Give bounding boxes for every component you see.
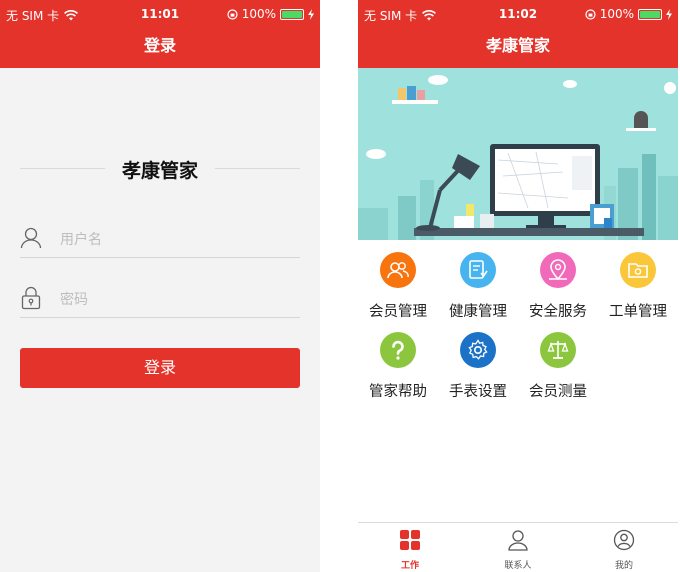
menu-work-order-management[interactable]: 工单管理	[598, 252, 678, 326]
location-icon	[540, 252, 576, 288]
nav-title: 孝康管家	[358, 28, 678, 68]
banner-illustration	[358, 68, 678, 240]
office-desk-illustration	[358, 68, 678, 240]
tab-work[interactable]: 工作	[370, 529, 450, 571]
status-bar: 无 SIM 卡 11:01 100%	[0, 0, 320, 28]
orientation-lock-icon	[585, 8, 596, 20]
login-button[interactable]: 登录	[20, 348, 300, 388]
menu-butler-help[interactable]: 管家帮助	[358, 332, 438, 406]
scale-icon	[540, 332, 576, 368]
password-field[interactable]: 密码	[20, 278, 300, 318]
menu-member-measurement[interactable]: 会员测量	[518, 332, 598, 406]
menu-safety-service[interactable]: 安全服务	[518, 252, 598, 326]
battery-icon	[638, 8, 662, 20]
menu-label: 安全服务	[529, 304, 587, 320]
nav-title: 登录	[0, 28, 320, 68]
help-icon	[380, 332, 416, 368]
grid-icon	[400, 530, 420, 550]
folder-icon	[620, 252, 656, 288]
username-field[interactable]: 用户名	[20, 218, 300, 258]
charging-icon	[666, 8, 672, 20]
health-doc-icon	[460, 252, 496, 288]
menu-label: 会员管理	[369, 304, 427, 320]
members-icon	[380, 252, 416, 288]
profile-icon	[613, 529, 635, 551]
home-screen: 无 SIM 卡 11:02 100% 孝康管家 会员管理 健康管理 安全服务 工…	[358, 0, 678, 572]
tab-label: 联系人	[504, 561, 532, 571]
battery-icon	[280, 8, 304, 20]
status-bar: 无 SIM 卡 11:02 100%	[358, 0, 678, 28]
password-placeholder: 密码	[60, 292, 88, 308]
settings-icon	[460, 332, 496, 368]
battery-percent: 100%	[241, 7, 276, 21]
menu-member-management[interactable]: 会员管理	[358, 252, 438, 326]
menu-label: 手表设置	[449, 384, 507, 400]
battery-percent: 100%	[599, 7, 634, 21]
tab-contacts[interactable]: 联系人	[478, 529, 558, 571]
tab-label: 工作	[400, 561, 419, 571]
menu-label: 健康管理	[449, 304, 507, 320]
contacts-icon	[508, 530, 528, 551]
menu-watch-settings[interactable]: 手表设置	[438, 332, 518, 406]
menu-health-management[interactable]: 健康管理	[438, 252, 518, 326]
menu-label: 管家帮助	[369, 384, 427, 400]
charging-icon	[308, 8, 314, 20]
login-screen: 无 SIM 卡 11:01 100% 登录 孝康管家 用户名 密码 登录	[0, 0, 320, 572]
app-title: 孝康管家	[105, 156, 215, 183]
tab-me[interactable]: 我的	[584, 529, 664, 571]
username-placeholder: 用户名	[60, 232, 102, 248]
tab-bar: 工作 联系人 我的	[358, 522, 678, 572]
menu-label: 工单管理	[609, 304, 667, 320]
tab-label: 我的	[614, 561, 633, 571]
orientation-lock-icon	[227, 8, 238, 20]
user-icon	[20, 227, 42, 249]
lock-icon	[21, 286, 41, 310]
menu-label: 会员测量	[529, 384, 587, 400]
